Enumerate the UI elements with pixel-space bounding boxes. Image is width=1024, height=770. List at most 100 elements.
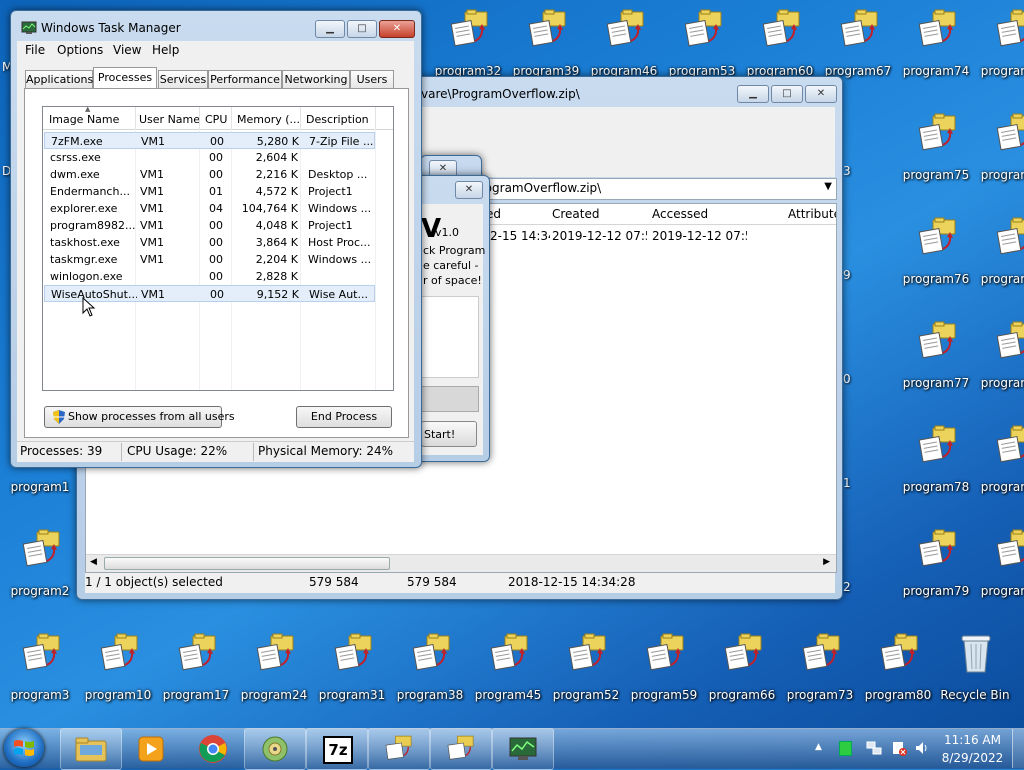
desktop-icon-program80[interactable]: program80	[858, 630, 938, 710]
desktop-icon-label: program73	[786, 688, 854, 702]
tab-services[interactable]: Services	[158, 70, 208, 89]
chevron-down-icon[interactable]: ▼	[824, 181, 832, 192]
process-table[interactable]: ▲ Image Name User Name CPU Memory (... D…	[42, 106, 394, 391]
desktop-icon-program52[interactable]: program52	[546, 630, 626, 710]
desktop-icon-program53[interactable]: program53	[662, 6, 742, 86]
desktop-icon-program85[interactable]: program85	[974, 422, 1024, 502]
process-row[interactable]: program8982.... VM1 00 4,048 K Project1	[44, 217, 375, 234]
desktop-icon-program84[interactable]: program84	[974, 318, 1024, 398]
menu-options[interactable]: Options	[57, 43, 103, 57]
maximize-button[interactable]: □	[771, 85, 803, 103]
taskbar-chrome[interactable]	[182, 728, 244, 770]
column-header[interactable]: Attribute	[788, 206, 836, 223]
column-header-image-name[interactable]: Image Name	[49, 111, 135, 128]
malware-dialog[interactable]: ✕ V v1.0 ck Program e careful - r of spa…	[410, 175, 490, 462]
desktop-icon-program59[interactable]: program59	[624, 630, 704, 710]
start-button[interactable]: Start!	[421, 421, 477, 447]
menu-help[interactable]: Help	[152, 43, 179, 57]
column-header-cpu[interactable]: CPU	[205, 111, 231, 128]
desktop-icon-program86[interactable]: program86	[974, 526, 1024, 606]
clock-time[interactable]: 11:16 AM	[940, 733, 1005, 747]
horizontal-scrollbar[interactable]: ◀ ▶	[86, 554, 836, 572]
taskbar-task-manager[interactable]	[492, 728, 554, 770]
process-row[interactable]: csrss.exe 00 2,604 K	[44, 149, 375, 166]
process-row[interactable]: taskmgr.exe VM1 00 2,204 K Windows ...	[44, 251, 375, 268]
desktop-icon-program32[interactable]: program32	[428, 6, 508, 86]
task-manager-window[interactable]: Windows Task Manager ▁ □ ✕ File Options …	[10, 10, 422, 468]
desktop-icon-program74[interactable]: program74	[896, 6, 976, 86]
show-desktop-button[interactable]	[1012, 729, 1024, 768]
tab-applications[interactable]: Applications	[25, 70, 93, 89]
process-row[interactable]: winlogon.exe 00 2,828 K	[44, 268, 375, 285]
desktop-icon-program46[interactable]: program46	[584, 6, 664, 86]
minimize-button[interactable]: ▁	[315, 20, 345, 38]
process-row[interactable]: Endermanch... VM1 01 4,572 K Project1	[44, 183, 375, 200]
desktop-icon-program66[interactable]: program66	[702, 630, 782, 710]
start-button[interactable]	[4, 729, 44, 767]
desktop-icon-program3[interactable]: program3	[0, 630, 80, 710]
show-hidden-icons-icon[interactable]: ▲	[815, 742, 822, 752]
process-row[interactable]: explorer.exe VM1 04 104,764 K Windows ...	[44, 200, 375, 217]
desktop-icon-program77[interactable]: program77	[896, 318, 976, 398]
taskbar-7zip[interactable]: 7z	[306, 728, 368, 770]
desktop-icon-program73[interactable]: program73	[780, 630, 860, 710]
end-process-button[interactable]: End Process	[296, 406, 392, 428]
tab-processes[interactable]: Processes	[93, 67, 157, 89]
tab-performance[interactable]: Performance	[208, 70, 282, 89]
column-header-memory[interactable]: Memory (...	[237, 111, 299, 128]
windows-logo-icon	[14, 740, 34, 756]
desktop-icon-program81[interactable]: program81	[974, 6, 1024, 86]
menu-file[interactable]: File	[25, 43, 45, 57]
scrollbar-thumb[interactable]	[104, 557, 390, 570]
close-button[interactable]: ✕	[805, 85, 837, 103]
column-header[interactable]: Accessed	[652, 206, 742, 223]
column-header[interactable]: ed	[486, 206, 546, 223]
desktop-icon-program67[interactable]: program67	[818, 6, 898, 86]
tray-green-icon[interactable]	[839, 741, 852, 756]
desktop-icon-label: program59	[630, 688, 698, 702]
desktop-icon-program38[interactable]: program38	[390, 630, 470, 710]
tab-users[interactable]: Users	[350, 70, 394, 89]
minimize-button[interactable]: ▁	[737, 85, 769, 103]
column-header-description[interactable]: Description	[306, 111, 376, 128]
desktop-icon-program82[interactable]: program82	[974, 110, 1024, 190]
desktop-icon-program45[interactable]: program45	[468, 630, 548, 710]
desktop-icon-program76[interactable]: program76	[896, 214, 976, 294]
taskbar-program-b[interactable]	[430, 728, 492, 770]
menu-view[interactable]: View	[113, 43, 141, 57]
desktop-icon-program24[interactable]: program24	[234, 630, 314, 710]
desktop-icon-program75[interactable]: program75	[896, 110, 976, 190]
tab-networking[interactable]: Networking	[282, 70, 350, 89]
process-row[interactable]: 7zFM.exe VM1 00 5,280 K 7-Zip File ...	[44, 132, 375, 149]
desktop-icon-program17[interactable]: program17	[156, 630, 236, 710]
desktop-icon-program2[interactable]: program2	[0, 526, 80, 606]
desktop-icon-program39[interactable]: program39	[506, 6, 586, 86]
desktop-icon-program60[interactable]: program60	[740, 6, 820, 86]
scroll-left-icon[interactable]: ◀	[90, 557, 97, 567]
clock-date[interactable]: 8/29/2022	[940, 751, 1005, 765]
desktop-icon-program78[interactable]: program78	[896, 422, 976, 502]
recycle-bin-icon[interactable]: Recycle Bin	[935, 630, 1015, 710]
show-all-users-button[interactable]: Show processes from all users	[44, 406, 235, 428]
column-header-user-name[interactable]: User Name	[139, 111, 201, 128]
taskbar-control-panel[interactable]	[244, 728, 306, 770]
taskbar-media-player[interactable]	[120, 728, 182, 770]
desktop-icon-program83[interactable]: program83	[974, 214, 1024, 294]
close-button[interactable]: ✕	[455, 181, 483, 199]
process-row[interactable]: dwm.exe VM1 00 2,216 K Desktop ...	[44, 166, 375, 183]
desktop-icon-program79[interactable]: program79	[896, 526, 976, 606]
taskbar-explorer[interactable]	[60, 728, 122, 770]
desktop-icon-program31[interactable]: program31	[312, 630, 392, 710]
process-name: Endermanch...	[50, 185, 130, 198]
close-button[interactable]: ✕	[379, 20, 415, 38]
network-icon[interactable]	[866, 740, 882, 756]
maximize-button[interactable]: □	[347, 20, 377, 38]
taskbar-program-a[interactable]	[368, 728, 430, 770]
column-header[interactable]: Created	[552, 206, 642, 223]
process-row[interactable]: taskhost.exe VM1 00 3,864 K Host Proc...	[44, 234, 375, 251]
scroll-right-icon[interactable]: ▶	[823, 557, 830, 567]
desktop-icon-program10[interactable]: program10	[78, 630, 158, 710]
action-center-icon[interactable]	[891, 740, 907, 756]
volume-icon[interactable]	[914, 740, 930, 756]
address-bar[interactable]: rogramOverflow.zip\ ▼	[477, 178, 837, 200]
